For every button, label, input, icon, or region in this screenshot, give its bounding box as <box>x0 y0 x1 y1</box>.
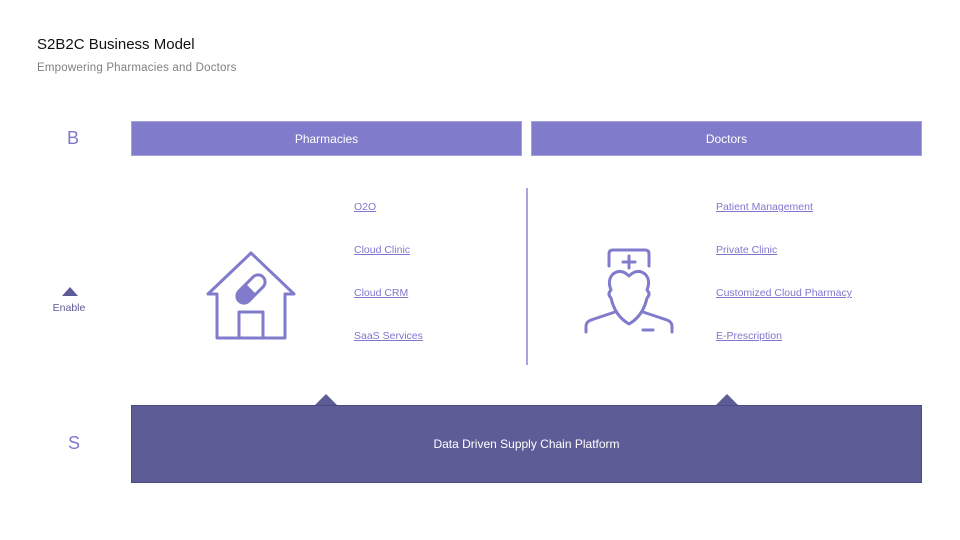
doctors-header: Doctors <box>531 121 922 156</box>
enable-arrow-icon <box>62 287 78 296</box>
link-o2o[interactable]: O2O <box>354 201 376 213</box>
column-divider <box>526 188 528 365</box>
house-pill-icon <box>204 249 298 341</box>
page-title: S2B2C Business Model <box>37 36 195 53</box>
platform-label: Data Driven Supply Chain Platform <box>433 437 620 451</box>
enable-label: Enable <box>52 302 86 314</box>
link-cloud-crm[interactable]: Cloud CRM <box>354 287 408 299</box>
link-saas-services[interactable]: SaaS Services <box>354 330 423 342</box>
link-customized-cloud-pharmacy[interactable]: Customized Cloud Pharmacy <box>716 287 852 299</box>
row-label-s: S <box>67 433 80 453</box>
row-label-b: B <box>66 128 79 148</box>
link-private-clinic[interactable]: Private Clinic <box>716 244 777 256</box>
pharmacies-header-label: Pharmacies <box>294 131 359 146</box>
link-patient-management[interactable]: Patient Management <box>716 201 813 213</box>
pharmacies-header: Pharmacies <box>131 121 522 156</box>
link-e-prescription[interactable]: E-Prescription <box>716 330 782 342</box>
link-cloud-clinic[interactable]: Cloud Clinic <box>354 244 410 256</box>
supply-chain-platform: Data Driven Supply Chain Platform <box>131 405 922 483</box>
page-subtitle: Empowering Pharmacies and Doctors <box>37 62 237 74</box>
doctors-header-label: Doctors <box>705 131 748 146</box>
doctor-icon <box>583 246 675 336</box>
